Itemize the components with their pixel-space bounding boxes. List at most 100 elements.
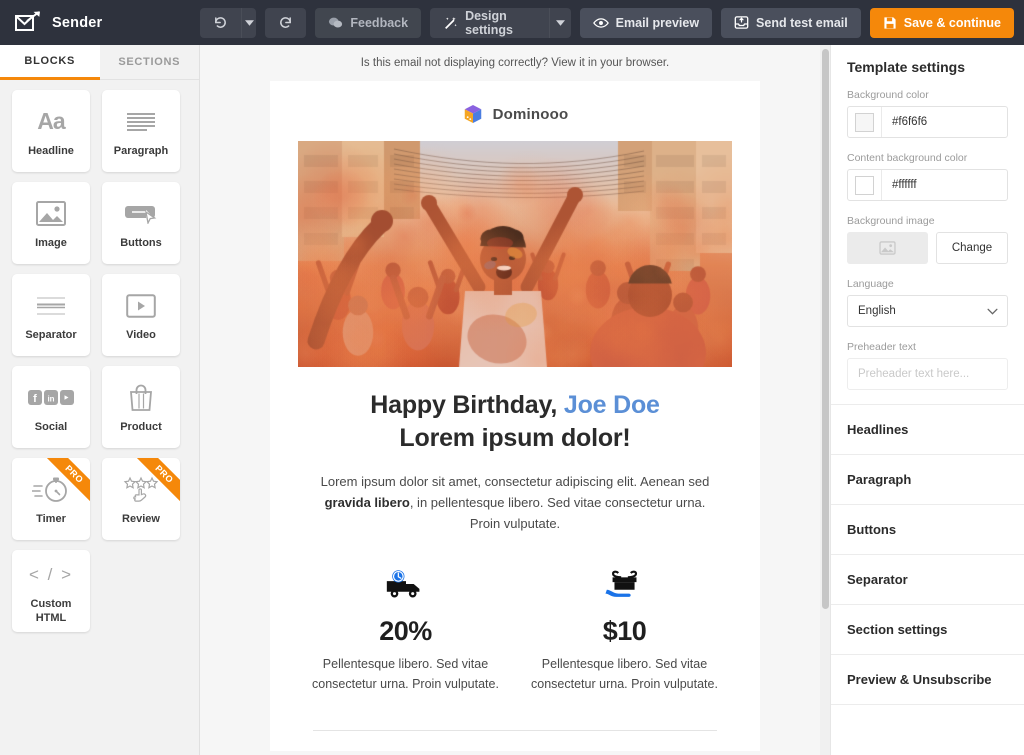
- background-image-thumbnail[interactable]: [847, 232, 928, 264]
- magic-wand-icon: [443, 15, 458, 30]
- block-label: Timer: [36, 513, 66, 526]
- block-paragraph[interactable]: Paragraph: [102, 90, 180, 172]
- accordion-row-paragraph[interactable]: Paragraph: [831, 455, 1024, 505]
- caret-down-icon: [245, 20, 254, 26]
- language-select[interactable]: English: [847, 295, 1008, 327]
- eye-icon: [593, 17, 609, 29]
- design-settings-group[interactable]: Design settings: [430, 8, 571, 38]
- background-color-value: #f6f6f6: [882, 116, 927, 128]
- field-label: Content background color: [847, 152, 1008, 164]
- email-canvas[interactable]: Is this email not displaying correctly? …: [200, 45, 830, 755]
- send-test-email-label: Send test email: [756, 16, 848, 30]
- video-play-icon: [126, 288, 156, 324]
- blocks-grid: AaHeadline Paragraph Image Buttons Separator…: [0, 80, 199, 642]
- undo-group[interactable]: [200, 8, 256, 38]
- block-label: Product: [120, 421, 162, 434]
- stars-rating-icon: [121, 472, 161, 508]
- undo-icon: [213, 15, 228, 30]
- field-preheader-text: Preheader text Preheader text here...: [847, 341, 1008, 390]
- cube-logo-icon: [462, 103, 484, 125]
- color-swatch-button[interactable]: [848, 170, 882, 200]
- save-and-continue-button[interactable]: Save & continue: [870, 8, 1014, 38]
- redo-icon: [278, 15, 293, 30]
- block-label: Paragraph: [114, 145, 168, 158]
- shopping-bag-icon: [128, 380, 154, 416]
- email-logo-block[interactable]: Dominooo: [270, 81, 760, 141]
- headline-prefix: Happy Birthday,: [370, 391, 564, 419]
- panel-title: Template settings: [847, 59, 1008, 75]
- tab-sections[interactable]: SECTIONS: [100, 45, 200, 80]
- social-networks-icon: fin: [28, 380, 74, 416]
- undo-dropdown-caret[interactable]: [241, 8, 256, 38]
- accordion-row-separator[interactable]: Separator: [831, 555, 1024, 605]
- brand-name: Sender: [52, 15, 102, 31]
- field-label: Preheader text: [847, 341, 1008, 353]
- email-preview-button[interactable]: Email preview: [580, 8, 712, 38]
- email-paragraph[interactable]: Lorem ipsum dolor sit amet, consectetur …: [270, 455, 760, 534]
- content-background-color-input[interactable]: #ffffff: [847, 169, 1008, 201]
- brand: Sender: [0, 0, 200, 45]
- feature-value: 20%: [308, 616, 503, 647]
- canvas-scrollbar-thumb[interactable]: [822, 49, 829, 609]
- separator-icon: [35, 288, 67, 324]
- background-image-change-button[interactable]: Change: [936, 232, 1008, 264]
- block-label: Social: [35, 421, 67, 434]
- image-placeholder-icon: [879, 241, 896, 255]
- svg-text:f: f: [33, 393, 37, 405]
- caret-down-icon: [556, 20, 565, 26]
- tab-blocks[interactable]: BLOCKS: [0, 45, 100, 80]
- content-background-color-value: #ffffff: [882, 179, 917, 191]
- email-body: Dominooo Happy Birthday, Joe Doe Lorem i…: [270, 81, 760, 751]
- block-image[interactable]: Image: [12, 182, 90, 264]
- accordion-row-buttons[interactable]: Buttons: [831, 505, 1024, 555]
- color-swatch-button[interactable]: [848, 107, 882, 137]
- block-buttons[interactable]: Buttons: [102, 182, 180, 264]
- block-timer[interactable]: TimerPRO: [12, 458, 90, 540]
- feature-text: Pellentesque libero. Sed vitae consectet…: [527, 655, 722, 694]
- block-custom-html[interactable]: < / >CustomHTML: [12, 550, 90, 632]
- headline-recipient-name: Joe Doe: [564, 391, 660, 419]
- color-swatch: [855, 176, 874, 195]
- block-label: Buttons: [120, 237, 162, 250]
- design-settings-dropdown-caret[interactable]: [549, 8, 570, 38]
- block-product[interactable]: Product: [102, 366, 180, 448]
- send-test-email-button[interactable]: Send test email: [721, 8, 861, 38]
- block-headline[interactable]: AaHeadline: [12, 90, 90, 172]
- block-review[interactable]: ReviewPRO: [102, 458, 180, 540]
- undo-button[interactable]: [200, 8, 241, 38]
- design-settings-label: Design settings: [465, 9, 536, 37]
- chevron-down-icon: [987, 308, 998, 315]
- envelope-arrow-icon: [14, 11, 42, 35]
- feature-text: Pellentesque libero. Sed vitae consectet…: [308, 655, 503, 694]
- stopwatch-icon: [32, 472, 70, 508]
- block-video[interactable]: Video: [102, 274, 180, 356]
- footer-separator: [313, 730, 717, 731]
- feature-item-discount[interactable]: 20% Pellentesque libero. Sed vitae conse…: [296, 562, 515, 694]
- block-label: Headline: [28, 145, 74, 158]
- field-language: Language English: [847, 278, 1008, 327]
- feedback-label: Feedback: [350, 16, 408, 30]
- email-headline[interactable]: Happy Birthday, Joe Doe Lorem ipsum dolo…: [270, 367, 760, 455]
- canvas-scrollbar[interactable]: [820, 45, 830, 755]
- paragraph-lines-icon: [125, 104, 157, 140]
- hero-image[interactable]: [298, 141, 732, 367]
- outbox-icon: [734, 15, 749, 30]
- design-settings-button[interactable]: Design settings: [430, 8, 549, 38]
- preheader-text-input[interactable]: Preheader text here...: [847, 358, 1008, 390]
- block-social[interactable]: fin Social: [12, 366, 90, 448]
- block-label: Separator: [25, 329, 76, 342]
- browser-view-notice[interactable]: Is this email not displaying correctly? …: [200, 45, 830, 81]
- redo-button[interactable]: [265, 8, 306, 38]
- accordion-row-preview-unsubscribe[interactable]: Preview & Unsubscribe: [831, 655, 1024, 705]
- background-color-input[interactable]: #f6f6f6: [847, 106, 1008, 138]
- settings-panel: Template settings Background color #f6f6…: [830, 45, 1024, 755]
- feature-item-credit[interactable]: $10 Pellentesque libero. Sed vitae conse…: [515, 562, 734, 694]
- block-separator[interactable]: Separator: [12, 274, 90, 356]
- field-label: Background color: [847, 89, 1008, 101]
- accordion-row-section-settings[interactable]: Section settings: [831, 605, 1024, 655]
- accordion-row-headlines[interactable]: Headlines: [831, 405, 1024, 455]
- block-label: CustomHTML: [31, 598, 72, 624]
- chat-bubbles-icon: [328, 16, 343, 30]
- block-label: Image: [35, 237, 67, 250]
- feedback-button[interactable]: Feedback: [315, 8, 421, 38]
